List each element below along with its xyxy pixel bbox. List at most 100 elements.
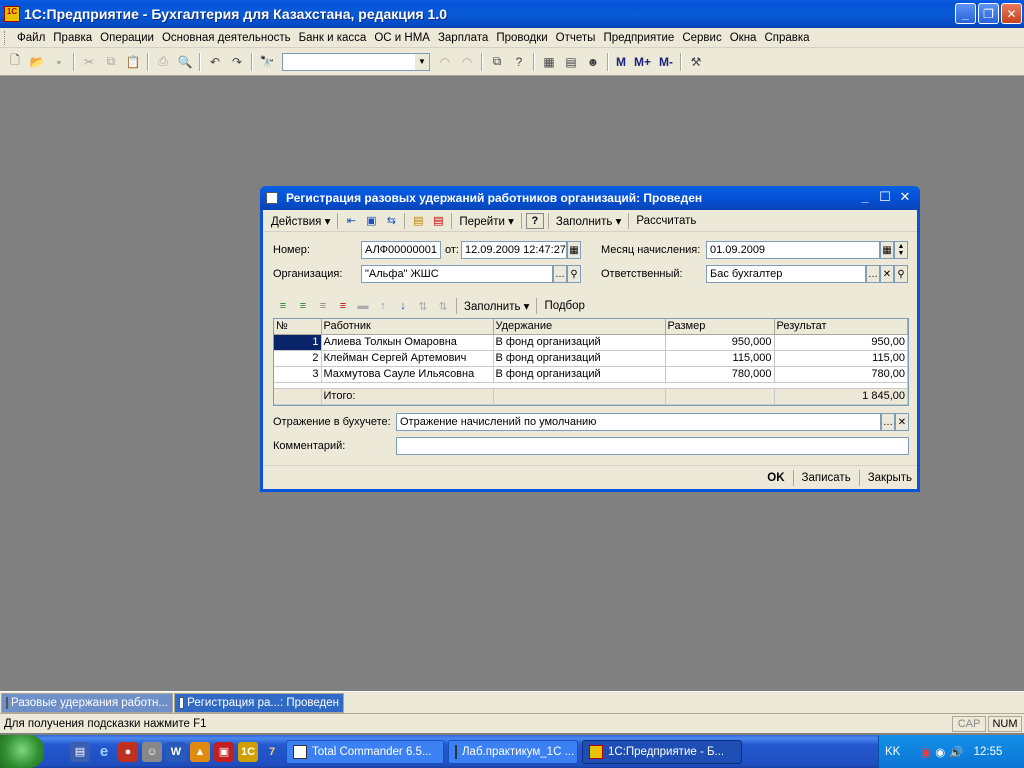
number-field[interactable]: АЛФ00000001 [361,241,441,259]
find-icon[interactable]: 🔭 [257,52,277,72]
menu-bank-cash[interactable]: Банк и касса [295,32,371,44]
menu-service[interactable]: Сервис [678,32,725,44]
restore-button[interactable]: ❐ [978,3,999,24]
doc-close-button[interactable]: ✕ [897,189,913,205]
menu-grip[interactable] [4,30,7,45]
search-combo[interactable]: ▼ [282,52,430,71]
table-select-button[interactable]: Подбор [540,300,589,312]
print-icon[interactable]: ⎙ [153,52,173,72]
find-prev-icon[interactable]: ◠ [435,52,455,72]
end-edit-icon[interactable]: ▬ [353,297,373,315]
windows-icon[interactable]: ⧉ [487,52,507,72]
copy-row-icon[interactable]: ≡ [293,297,313,315]
calendar-icon[interactable]: ▤ [561,52,581,72]
menu-postings[interactable]: Проводки [492,32,551,44]
organization-field[interactable]: "Альфа" ЖШС [361,265,553,283]
menu-reports[interactable]: Отчеты [552,32,600,44]
doc-minimize-button[interactable]: _ [857,189,873,205]
cell-number[interactable]: 3 [274,366,322,383]
table-row[interactable]: 1 Алиева Толкын Омаровна В фонд организа… [274,334,908,351]
dt-kt-icon[interactable]: ⇆ [382,213,400,229]
structure-icon[interactable]: ▣ [362,213,380,229]
menu-enterprise[interactable]: Предприятие [599,32,678,44]
cell-deduction[interactable]: В фонд организаций [493,350,666,367]
tools-icon[interactable]: ⚒ [686,52,706,72]
seven-app-icon[interactable]: 7 [262,742,282,762]
organization-select-button[interactable]: … [553,265,567,283]
menu-file[interactable]: Файл [13,32,49,44]
open-icon[interactable]: 📂 [27,52,47,72]
fill-menu[interactable]: Заполнить ▾ [552,214,625,228]
memory-button[interactable]: M [612,55,630,69]
print-preview-icon[interactable]: 🔍 [175,52,195,72]
redo-icon[interactable]: ↷ [227,52,247,72]
language-indicator[interactable]: KK [885,746,900,758]
ok-button[interactable]: OK [762,472,789,484]
calculator-icon[interactable]: ▦ [539,52,559,72]
task-total-commander[interactable]: Total Commander 6.5... [286,739,444,764]
cell-number[interactable]: 1 [274,334,322,351]
date-field[interactable]: 12.09.2009 12:47:27 [461,241,567,259]
month-spinner[interactable]: ▲ ▼ [894,241,908,259]
cell-size[interactable]: 115,000 [665,350,775,367]
opera-icon[interactable]: ● [118,741,138,762]
accounting-clear-icon[interactable]: ✕ [895,413,909,431]
cat-app-icon[interactable]: ☺ [142,741,162,762]
task-1c-enterprise[interactable]: 1С:Предприятие - Б... [582,739,742,764]
user-icon[interactable]: ☻ [583,52,603,72]
media-icon[interactable]: ▲ [190,741,210,762]
menu-edit[interactable]: Правка [49,32,96,44]
organization-search-icon[interactable]: ⚲ [567,265,581,283]
help-icon[interactable]: ? [525,212,544,229]
responsible-field[interactable]: Бас бухгалтер [706,265,866,283]
accounting-select-button[interactable]: … [881,413,895,431]
menu-main-activity[interactable]: Основная деятельность [158,32,295,44]
cell-deduction[interactable]: В фонд организаций [493,334,666,351]
network-icon[interactable]: ◉ [935,745,945,759]
sort-desc-icon[interactable]: ⇅ [433,297,453,315]
save-button[interactable]: Записать [797,472,856,484]
col-header-deduction[interactable]: Удержание [493,319,666,335]
responsible-clear-icon[interactable]: ✕ [880,265,894,283]
cell-worker[interactable]: Махмутова Сауле Ильясовна [321,366,494,383]
clock[interactable]: 12:55 [974,746,1003,758]
chevron-down-icon[interactable]: ▼ [415,53,429,70]
copy-icon[interactable]: ⧉ [101,52,121,72]
col-header-size[interactable]: Размер [665,319,775,335]
cell-size[interactable]: 780,000 [665,366,775,383]
word-icon[interactable]: W [166,741,186,762]
volume-icon[interactable]: 🔊 [949,745,963,759]
internet-explorer-icon[interactable]: e [94,742,114,762]
task-lab-practicum[interactable]: Лаб.практикум_1С ... [448,739,578,764]
cell-deduction[interactable]: В фонд организаций [493,366,666,383]
accounting-field[interactable]: Отражение начислений по умолчанию [396,413,881,431]
menu-operations[interactable]: Операции [96,32,158,44]
movements-icon[interactable]: ⇤ [342,213,360,229]
col-header-result[interactable]: Результат [774,319,908,335]
move-down-icon[interactable]: ↓ [393,297,413,315]
table-row[interactable]: 2 Клейман Сергей Артемович В фонд органи… [274,350,908,367]
window-tab-registration[interactable]: Регистрация ра...: Проведен [174,692,344,713]
cell-result[interactable]: 115,00 [774,350,908,367]
post-icon[interactable]: ▤ [409,213,427,229]
find-next-icon[interactable]: ◠ [457,52,477,72]
edit-row-icon[interactable]: ≡ [313,297,333,315]
new-document-icon[interactable]: 🗋 [5,52,25,72]
minimize-button[interactable]: _ [955,3,976,24]
window-tab-deductions-list[interactable]: Разовые удержания работн... [1,692,173,713]
save-icon[interactable]: ▪ [49,52,69,72]
calculate-button[interactable]: Рассчитать [632,215,700,227]
menu-windows[interactable]: Окна [726,32,761,44]
calendar-icon[interactable]: ▦ [567,241,581,259]
memory-minus-button[interactable]: M- [655,55,677,69]
add-row-icon[interactable]: ≡ [273,297,293,315]
sort-asc-icon[interactable]: ⇅ [413,297,433,315]
delete-row-icon[interactable]: ≡ [333,297,353,315]
doc-maximize-button[interactable]: ☐ [877,189,893,205]
unpost-icon[interactable]: ▤ [429,213,447,229]
paste-icon[interactable]: 📋 [123,52,143,72]
col-header-number[interactable]: № [274,319,322,335]
undo-icon[interactable]: ↶ [205,52,225,72]
cell-result[interactable]: 780,00 [774,366,908,383]
cut-icon[interactable]: ✂ [79,52,99,72]
